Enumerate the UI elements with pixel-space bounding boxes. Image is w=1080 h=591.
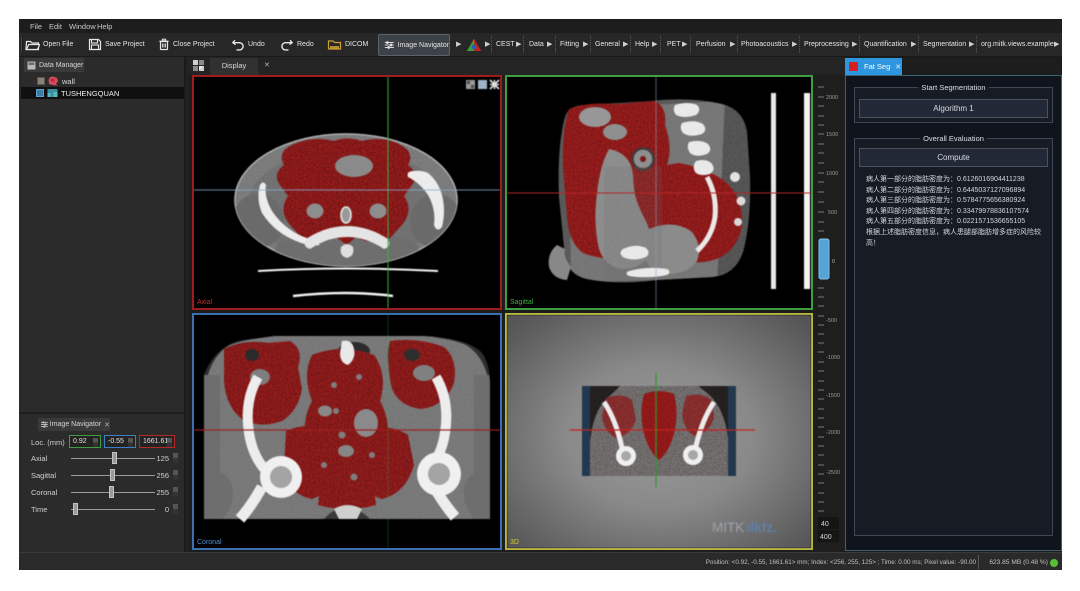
svg-text:-2500: -2500 — [826, 470, 840, 476]
svg-text:1000: 1000 — [826, 171, 838, 177]
svg-text:MITK: MITK — [712, 520, 744, 535]
svg-text:400: 400 — [820, 534, 832, 541]
svg-text:0: 0 — [832, 259, 835, 265]
svg-text:1500: 1500 — [826, 132, 838, 138]
svg-text:-500: -500 — [826, 318, 837, 324]
svg-text:40: 40 — [821, 521, 829, 528]
svg-text:-2000: -2000 — [826, 430, 840, 436]
svg-text:dkfz.: dkfz. — [746, 520, 777, 535]
svg-text:-1500: -1500 — [826, 393, 840, 399]
svg-text:500: 500 — [828, 210, 837, 216]
svg-text:2000: 2000 — [826, 95, 838, 101]
svg-text:-1000: -1000 — [826, 355, 840, 361]
